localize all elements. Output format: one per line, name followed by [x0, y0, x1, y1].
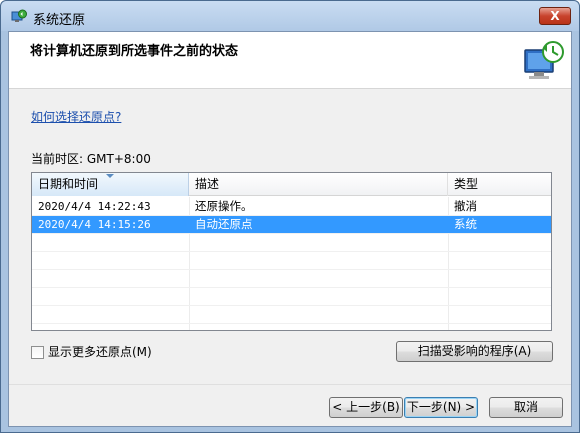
- system-restore-window: 系统还原 X 将计算机还原到所选事件之前的状态 如何选择还原点? 当前时区: G…: [0, 0, 580, 433]
- row-datetime: 2020/4/4 14:22:43: [38, 200, 151, 213]
- back-button[interactable]: < 上一步(B): [329, 397, 403, 418]
- table-row[interactable]: 2020/4/4 14:22:43 还原操作。 撤消: [32, 198, 551, 215]
- close-button[interactable]: X: [539, 7, 571, 25]
- cancel-button[interactable]: 取消: [489, 397, 563, 418]
- row-description: 还原操作。: [195, 199, 253, 213]
- show-more-label: 显示更多还原点(M): [48, 345, 152, 359]
- column-header-datetime-label: 日期和时间: [38, 177, 99, 191]
- help-choose-restore-point-link[interactable]: 如何选择还原点?: [31, 108, 121, 125]
- dialog-content: 将计算机还原到所选事件之前的状态 如何选择还原点? 当前时区: GMT+8:00…: [8, 31, 572, 427]
- row-datetime: 2020/4/4 14:15:26: [38, 218, 151, 231]
- window-title: 系统还原: [33, 13, 86, 28]
- header-panel: 将计算机还原到所选事件之前的状态: [9, 32, 571, 89]
- footer-divider: [9, 384, 571, 385]
- timezone-label: 当前时区: GMT+8:00: [31, 152, 151, 166]
- column-header-description[interactable]: 描述: [189, 173, 448, 196]
- table-row-selected[interactable]: 2020/4/4 14:15:26 自动还原点 系统: [32, 216, 551, 233]
- restore-computer-icon: [524, 41, 564, 79]
- restore-points-list[interactable]: 日期和时间 描述 类型 2020/4/4 14:22:43 还原操作。 撤消 2…: [31, 172, 552, 331]
- column-header-type-label: 类型: [454, 177, 479, 191]
- list-header: 日期和时间 描述 类型: [32, 173, 551, 196]
- column-header-type[interactable]: 类型: [448, 173, 551, 196]
- column-header-datetime[interactable]: 日期和时间: [32, 173, 189, 196]
- page-title: 将计算机还原到所选事件之前的状态: [30, 44, 239, 59]
- column-header-description-label: 描述: [195, 177, 220, 191]
- system-restore-icon: [11, 9, 27, 22]
- scan-affected-programs-button[interactable]: 扫描受影响的程序(A): [396, 341, 553, 362]
- next-button[interactable]: 下一步(N) >: [404, 397, 478, 418]
- row-type: 撤消: [454, 199, 477, 213]
- row-description: 自动还原点: [195, 217, 253, 231]
- sort-down-icon: [106, 174, 114, 178]
- show-more-checkbox[interactable]: [31, 346, 44, 359]
- title-bar[interactable]: 系统还原 X: [1, 1, 579, 31]
- row-type: 系统: [454, 217, 477, 231]
